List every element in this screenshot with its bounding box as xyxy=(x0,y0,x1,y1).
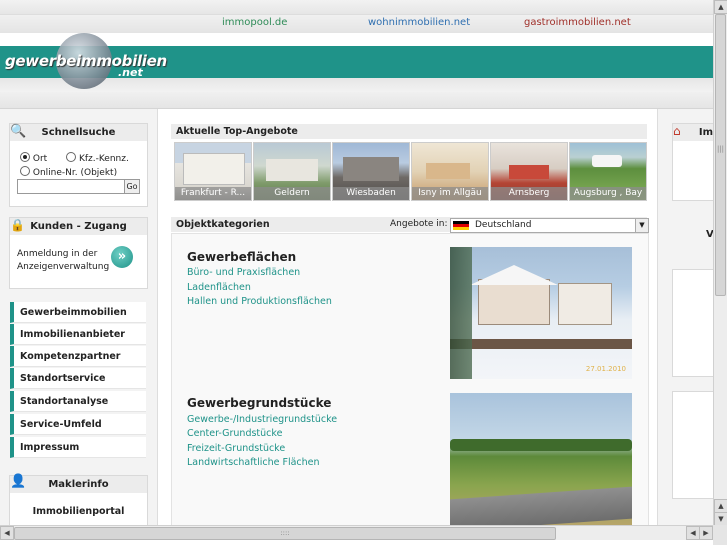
makler-title: Maklerinfo xyxy=(10,476,147,493)
menu-service-umfeld[interactable]: Service-Umfeld xyxy=(10,414,146,435)
partner-links-bar: immopool.de wohnimmobilien.net gastroimm… xyxy=(0,14,713,33)
menu-standortanalyse[interactable]: Standortanalyse xyxy=(10,391,146,412)
photo-winter-house: 27.01.2010 xyxy=(450,247,632,379)
radio-ort-icon[interactable] xyxy=(20,152,30,162)
thumb-isny[interactable]: Isny im Allgäu xyxy=(411,142,489,201)
category-link[interactable]: Gewerbe-/Industriegrundstücke xyxy=(187,414,337,425)
thumb-caption: Augsburg , Bay xyxy=(570,187,646,200)
radio-kfz-label: Kfz.-Kennz. xyxy=(78,154,129,164)
left-sidebar: Schnellsuche 🔍 Ort Kfz.-Kennz. Online-Nr… xyxy=(0,109,158,525)
scroll-left-small-icon[interactable]: ◀ xyxy=(686,526,700,540)
thumb-arnsberg[interactable]: Arnsberg xyxy=(490,142,568,201)
quicksearch-box: Schnellsuche 🔍 Ort Kfz.-Kennz. Online-Nr… xyxy=(9,123,148,207)
thumb-caption: Isny im Allgäu xyxy=(412,187,488,200)
menu-gewerbeimmobilien[interactable]: Gewerbeimmobilien xyxy=(10,302,146,323)
vertical-scroll-thumb[interactable]: ||| xyxy=(715,14,726,296)
right-box-3 xyxy=(672,391,713,499)
thumb-geldern[interactable]: Geldern xyxy=(253,142,331,201)
thumb-caption: Frankfurt - R... xyxy=(175,187,251,200)
thumb-wiesbaden[interactable]: Wiesbaden xyxy=(332,142,410,201)
horizontal-scroll-thumb[interactable]: :::: xyxy=(14,527,556,540)
menu-impressum[interactable]: Impressum xyxy=(10,437,146,458)
customer-login-title: Kunden - Zugang xyxy=(10,218,147,235)
photo-field xyxy=(450,393,632,525)
thumb-caption: Wiesbaden xyxy=(333,187,409,200)
thumb-frankfurt[interactable]: Frankfurt - R... xyxy=(174,142,252,201)
house-icon: ⌂ xyxy=(673,124,681,138)
makler-link[interactable]: Immobilienportal xyxy=(10,506,147,517)
offers-in-label: Angebote in: xyxy=(390,219,448,229)
scroll-up-small-icon[interactable]: ▲ xyxy=(714,499,727,513)
customer-login-box: Kunden - Zugang 🔒 Anmeldung in der Anzei… xyxy=(9,217,148,289)
categories-title: Objektkategorien xyxy=(176,219,270,230)
scroll-up-icon[interactable]: ▲ xyxy=(714,0,727,14)
germany-flag-icon xyxy=(453,221,469,230)
horizontal-scrollbar[interactable]: ◀ :::: ◀ ▶ xyxy=(0,525,713,540)
top-strip xyxy=(0,0,713,14)
makler-box: Maklerinfo 👤 Immobilienportal xyxy=(9,474,148,525)
thumb-caption: Geldern xyxy=(254,187,330,200)
gray-band xyxy=(0,92,713,109)
menu-standortservice[interactable]: Standortservice xyxy=(10,368,146,389)
go-button[interactable]: Go xyxy=(124,179,140,194)
person-icon: 👤 xyxy=(10,474,27,489)
thumb-caption: Arnsberg xyxy=(491,187,567,200)
vertical-scrollbar[interactable]: ▲ ||| ▲ ▼ xyxy=(713,0,727,526)
radio-ort-label: Ort xyxy=(32,154,48,164)
menu-immobilienanbieter[interactable]: Immobilienanbieter xyxy=(10,324,146,345)
category-link[interactable]: Landwirtschaftliche Flächen xyxy=(187,457,320,468)
browser-viewport: immopool.de wohnimmobilien.net gastroimm… xyxy=(0,0,713,525)
country-value: Deutschland xyxy=(475,220,532,230)
menu-kompetenzpartner[interactable]: Kompetenzpartner xyxy=(10,346,146,367)
chevron-down-icon[interactable]: ▼ xyxy=(635,219,648,232)
radio-kfz-icon[interactable] xyxy=(66,152,77,162)
search-globe-icon: 🔍 xyxy=(10,124,27,139)
radio-row-1: Ort Kfz.-Kennz. xyxy=(20,151,129,164)
header-underline xyxy=(0,78,713,92)
wohnimmobilien-link[interactable]: wohnimmobilien.net xyxy=(368,17,470,28)
category-heading-gewerbeflaechen[interactable]: Gewerbeflächen xyxy=(187,250,296,264)
right-sidebar: Im ⌂ V xyxy=(657,109,713,525)
quicksearch-title: Schnellsuche xyxy=(10,124,147,141)
scrollbar-corner xyxy=(713,525,727,545)
category-link[interactable]: Büro- und Praxisflächen xyxy=(187,267,300,278)
site-logo-suffix: .net xyxy=(118,66,143,79)
country-select[interactable]: Deutschland ▼ xyxy=(450,218,649,233)
category-link[interactable]: Hallen und Produktionsflächen xyxy=(187,296,332,307)
scroll-left-icon[interactable]: ◀ xyxy=(0,526,14,540)
category-link[interactable]: Freizeit-Grundstücke xyxy=(187,443,285,454)
top-offers-title: Aktuelle Top-Angebote xyxy=(171,124,647,139)
radio-online-label: Online-Nr. (Objekt) xyxy=(32,168,118,178)
radio-row-2: Online-Nr. (Objekt) xyxy=(20,165,117,178)
right-box-2 xyxy=(672,269,713,377)
gastroimmobilien-link[interactable]: gastroimmobilien.net xyxy=(524,17,631,28)
category-link[interactable]: Center-Grundstücke xyxy=(187,428,282,439)
category-heading-gewerbegrundstuecke[interactable]: Gewerbegrundstücke xyxy=(187,396,331,410)
customer-login-text[interactable]: Anmeldung in der Anzeigenverwaltung xyxy=(17,248,109,274)
search-input[interactable] xyxy=(17,179,134,194)
immopool-link[interactable]: immopool.de xyxy=(222,17,287,28)
scroll-down-icon[interactable]: ▼ xyxy=(714,512,727,526)
photo-date: 27.01.2010 xyxy=(585,365,626,373)
lock-icon: 🔒 xyxy=(10,218,25,232)
right-partial-text: V xyxy=(706,229,713,240)
login-arrow-button[interactable]: » xyxy=(111,246,133,268)
right-box: Im ⌂ xyxy=(672,123,713,201)
category-link[interactable]: Ladenflächen xyxy=(187,282,251,293)
radio-online-icon[interactable] xyxy=(20,166,30,176)
scroll-right-icon[interactable]: ▶ xyxy=(699,526,713,540)
thumb-augsburg[interactable]: Augsburg , Bay xyxy=(569,142,647,201)
